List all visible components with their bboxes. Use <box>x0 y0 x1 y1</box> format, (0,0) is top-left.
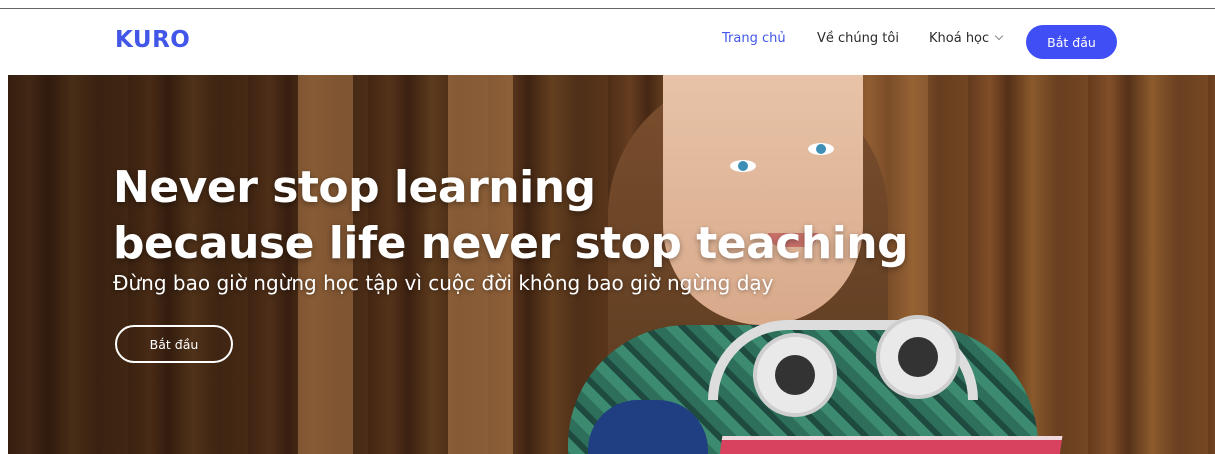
hero-banner: Never stop learning because life never s… <box>8 75 1215 454</box>
nav-home[interactable]: Trang chủ <box>722 31 786 46</box>
nav-courses-label: Khoá học <box>929 31 990 46</box>
nav-about[interactable]: Về chúng tôi <box>817 31 899 46</box>
hero-subtitle: Đừng bao giờ ngừng học tập vì cuộc đời k… <box>113 271 774 295</box>
header-start-button[interactable]: Bắt đầu <box>1026 25 1117 59</box>
site-logo[interactable]: KURO <box>115 27 190 53</box>
headphones-icon <box>876 315 960 399</box>
hero-title-line2: because life never stop teaching <box>113 218 909 269</box>
headphones-icon <box>753 333 837 417</box>
book <box>717 436 1063 454</box>
site-header: KURO Trang chủ Về chúng tôi Khoá học Bắt… <box>8 9 1215 75</box>
hero-person-eye <box>808 143 834 155</box>
hero-title-line1: Never stop learning <box>113 162 596 213</box>
chevron-down-icon <box>994 31 1004 41</box>
hero-title: Never stop learning because life never s… <box>113 160 909 272</box>
nav-courses[interactable]: Khoá học <box>929 31 1004 46</box>
hero-start-button[interactable]: Bắt đầu <box>115 325 233 363</box>
